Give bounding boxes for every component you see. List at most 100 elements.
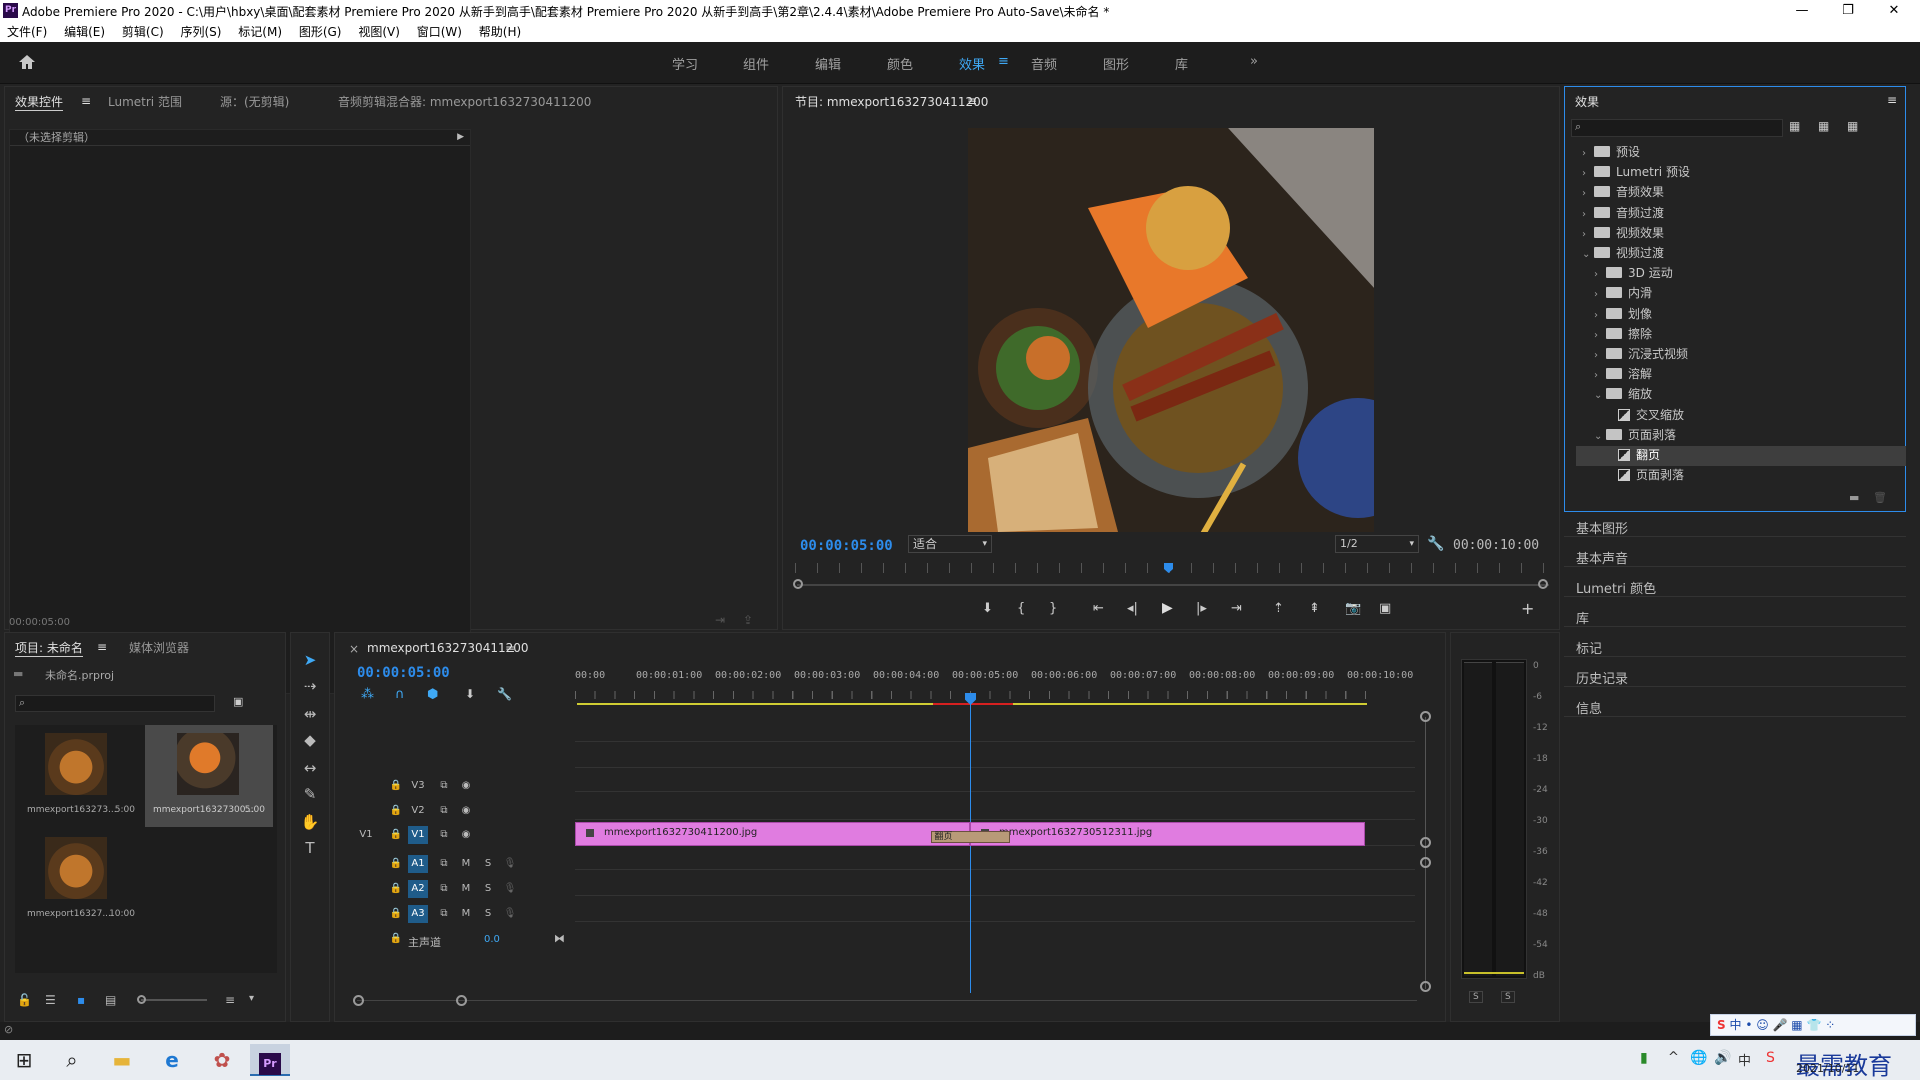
menu-graphics[interactable]: 图形(G) bbox=[299, 25, 342, 39]
nest-toggle-icon[interactable]: ⁂ bbox=[361, 687, 374, 702]
effect-folder[interactable]: › 沉浸式视频 bbox=[1576, 345, 1906, 365]
windows-start-icon[interactable]: ⊞ bbox=[4, 1044, 44, 1076]
paint-app-icon[interactable]: ✿ bbox=[202, 1044, 242, 1076]
sync-lock-icon[interactable]: ⧉ bbox=[434, 777, 454, 795]
menu-clip[interactable]: 剪辑(C) bbox=[122, 25, 164, 39]
hand-tool-icon[interactable]: ✋ bbox=[299, 811, 321, 833]
workspace-color[interactable]: 颜色 bbox=[887, 54, 913, 73]
icon-view-icon[interactable]: ▪ bbox=[77, 993, 85, 1007]
timeline-ruler[interactable]: 00:00 00:00:01:00 00:00:02:00 00:00:03:00 00… bbox=[575, 663, 1417, 705]
32bit-effects-icon[interactable]: ▦ bbox=[1818, 119, 1829, 133]
effect-folder[interactable]: ⌄ 缩放 bbox=[1576, 385, 1906, 405]
home-icon[interactable] bbox=[18, 54, 36, 70]
effect-folder[interactable]: › 预设 bbox=[1576, 143, 1906, 163]
lock-icon[interactable]: 🔒 bbox=[386, 905, 406, 923]
tab-menu-icon[interactable]: ≡ bbox=[81, 94, 91, 108]
fit-dropdown[interactable]: 适合 ▾ bbox=[908, 535, 992, 553]
go-to-out-icon[interactable]: ⇥ bbox=[1231, 601, 1242, 616]
menu-help[interactable]: 帮助(H) bbox=[479, 25, 521, 39]
mark-in-icon[interactable]: { bbox=[1017, 601, 1025, 616]
sync-lock-icon[interactable]: ⧉ bbox=[434, 905, 454, 923]
scroll-handle[interactable] bbox=[1420, 837, 1431, 848]
tab-effect-controls[interactable]: 效果控件 bbox=[15, 93, 64, 111]
list-view-icon[interactable]: ☰ bbox=[45, 993, 56, 1007]
program-menu-icon[interactable]: ≡ bbox=[967, 94, 977, 108]
panel-markers[interactable]: 标记 bbox=[1576, 638, 1602, 657]
effect-folder[interactable]: › 音频过渡 bbox=[1576, 204, 1906, 224]
extract-icon[interactable]: ⇞ bbox=[1309, 601, 1320, 616]
menu-sequence[interactable]: 序列(S) bbox=[180, 25, 221, 39]
lock-icon[interactable]: 🔒 bbox=[386, 930, 406, 948]
lock-icon[interactable]: 🔒 bbox=[386, 777, 406, 795]
menu-marker[interactable]: 标记(M) bbox=[238, 25, 282, 39]
scroll-handle[interactable] bbox=[1420, 711, 1431, 722]
timeline-settings-icon[interactable]: 🔧 bbox=[497, 687, 512, 701]
tab-media-browser[interactable]: 媒体浏览器 bbox=[129, 639, 189, 656]
mute-button[interactable]: M bbox=[456, 905, 476, 923]
panel-history[interactable]: 历史记录 bbox=[1576, 668, 1628, 687]
freeform-view-icon[interactable]: ▤ bbox=[105, 993, 116, 1007]
effect-folder[interactable]: › 溶解 bbox=[1576, 365, 1906, 385]
project-item-selected[interactable]: mmexport16327300... 5:00 bbox=[145, 725, 273, 827]
panel-libraries[interactable]: 库 bbox=[1576, 608, 1589, 627]
lift-icon[interactable]: ⇡ bbox=[1273, 601, 1284, 616]
effect-folder[interactable]: › 内滑 bbox=[1576, 284, 1906, 304]
close-button[interactable]: ✕ bbox=[1871, 0, 1917, 23]
chevron-right-icon[interactable]: › bbox=[1594, 330, 1606, 341]
linked-selection-icon[interactable]: ⬢ bbox=[427, 687, 438, 702]
lock-icon[interactable]: 🔒 bbox=[386, 802, 406, 820]
comparison-view-icon[interactable]: ▣ bbox=[1379, 601, 1391, 616]
track-name-a1[interactable]: A1 bbox=[408, 855, 428, 873]
track-name-a3[interactable]: A3 bbox=[408, 905, 428, 923]
program-current-timecode[interactable]: 00:00:05:00 bbox=[800, 538, 893, 554]
new-bin-icon[interactable]: ▬ bbox=[1849, 491, 1859, 504]
razor-tool-icon[interactable]: ◆ bbox=[299, 729, 321, 751]
master-volume-value[interactable]: 0.0 bbox=[484, 934, 500, 945]
timeline-timecode[interactable]: 00:00:05:00 bbox=[357, 665, 450, 681]
scroll-handle[interactable] bbox=[1420, 857, 1431, 868]
add-marker-icon[interactable]: ⬇ bbox=[465, 687, 475, 701]
video-clip[interactable]: mmexport1632730411200.jpg bbox=[575, 822, 970, 846]
chevron-right-icon[interactable]: › bbox=[1582, 168, 1594, 179]
close-sequence-icon[interactable]: × bbox=[349, 642, 359, 656]
ime-toolbar[interactable]: S 中 • ☺ 🎤 ▦ 👕 ⁘ bbox=[1710, 1014, 1916, 1036]
project-search-input[interactable]: ⌕ bbox=[15, 695, 215, 712]
sequence-menu-icon[interactable]: ≡ bbox=[505, 642, 515, 656]
solo-button[interactable]: S bbox=[478, 880, 498, 898]
chevron-right-icon[interactable]: › bbox=[1594, 269, 1606, 280]
chevron-right-icon[interactable]: › bbox=[1594, 310, 1606, 321]
yuv-effects-icon[interactable]: ▦ bbox=[1847, 119, 1858, 133]
mute-button[interactable]: M bbox=[456, 855, 476, 873]
edge-browser-icon[interactable]: e bbox=[152, 1044, 192, 1076]
workspace-effects[interactable]: 效果 bbox=[959, 54, 985, 73]
project-item[interactable]: mmexport16327... 10:00 bbox=[19, 831, 143, 931]
microphone-icon[interactable]: 🎙 bbox=[500, 905, 520, 923]
effect-folder[interactable]: ⌄ 页面剥落 bbox=[1576, 426, 1906, 446]
pen-tool-icon[interactable]: ✎ bbox=[299, 783, 321, 805]
chevron-down-icon[interactable]: ⌄ bbox=[1594, 431, 1606, 442]
effect-item[interactable]: 交叉缩放 bbox=[1576, 406, 1906, 426]
chevron-right-icon[interactable]: › bbox=[1594, 370, 1606, 381]
source-patch-v1[interactable]: V1 bbox=[356, 826, 376, 844]
program-ruler[interactable] bbox=[795, 563, 1553, 573]
battery-icon[interactable]: ▮ bbox=[1640, 1050, 1648, 1066]
zoom-handle-right[interactable] bbox=[1538, 579, 1548, 589]
master-end-icon[interactable]: ⧓ bbox=[554, 932, 565, 945]
network-icon[interactable]: 🌐 bbox=[1690, 1050, 1707, 1066]
zoom-handle-left[interactable] bbox=[793, 579, 803, 589]
workspace-libraries[interactable]: 库 bbox=[1175, 54, 1188, 73]
effect-item[interactable]: 页面剥落 bbox=[1576, 466, 1906, 486]
panel-info[interactable]: 信息 bbox=[1576, 698, 1602, 717]
workspace-audio[interactable]: 音频 bbox=[1031, 54, 1057, 73]
button-editor-icon[interactable]: + bbox=[1521, 599, 1534, 618]
zoom-scrollbar[interactable] bbox=[797, 584, 1549, 586]
panel-essential-graphics[interactable]: 基本图形 bbox=[1576, 518, 1628, 537]
chevron-down-icon[interactable]: ▾ bbox=[249, 993, 254, 1004]
accelerated-effects-icon[interactable]: ▦ bbox=[1789, 119, 1800, 133]
sort-icon[interactable]: ≡ bbox=[225, 993, 235, 1007]
go-to-in-icon[interactable]: ⇤ bbox=[1093, 601, 1104, 616]
chevron-right-icon[interactable]: › bbox=[1594, 350, 1606, 361]
wrench-icon[interactable]: 🔧 bbox=[1427, 536, 1444, 552]
export-icon[interactable]: ⇥ bbox=[715, 613, 725, 627]
zoom-slider-handle[interactable] bbox=[137, 995, 146, 1004]
